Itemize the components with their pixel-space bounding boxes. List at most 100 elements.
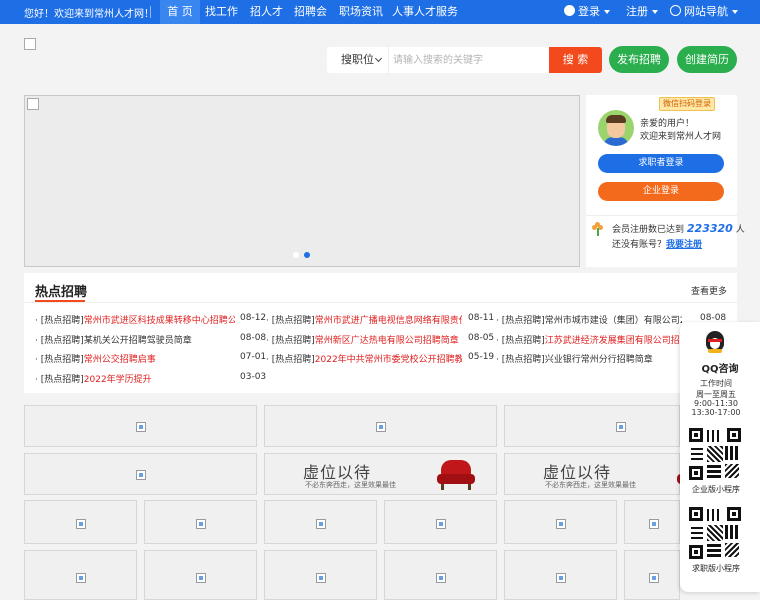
qq-penguin-icon[interactable] — [706, 331, 724, 353]
seeker-miniprogram-label: 求职版小程序 — [692, 564, 740, 573]
ad-slot[interactable] — [624, 500, 680, 544]
ad-image — [376, 422, 386, 432]
hot-job-title[interactable]: 2022年学历提升 — [84, 375, 152, 385]
vacant-subtitle: 不必东奔西走，这里效果最佳 — [545, 481, 636, 489]
ad-slot[interactable] — [384, 550, 497, 600]
banner-carousel[interactable] — [24, 95, 580, 267]
ad-image — [136, 470, 146, 480]
hot-job-item[interactable]: · [热点招聘]常州市武进区科技成果转移中心招聘公告 — [35, 313, 235, 326]
login-link[interactable]: 登录 — [564, 0, 610, 24]
create-resume-button[interactable]: 创建简历 — [677, 46, 737, 73]
hot-job-item[interactable]: · [热点招聘]兴业银行常州分行招聘简章 — [496, 352, 682, 365]
divider — [150, 6, 151, 18]
ad-slot[interactable] — [384, 500, 497, 544]
search-category-select[interactable]: 搜职位 — [327, 47, 389, 73]
hot-job-title[interactable]: 某机关公开招聘驾驶员简章 — [84, 336, 192, 346]
hot-job-item[interactable]: · [热点招聘]常州新区广达热电有限公司招聘简章 — [266, 333, 462, 346]
welcome-text: 您好！欢迎来到常州人才网！ — [24, 9, 154, 20]
seeker-miniprogram-qrcode — [689, 507, 741, 559]
title-underline — [35, 300, 85, 302]
ad-image — [556, 573, 566, 583]
hot-job-title[interactable]: 常州市武进区科技成果转移中心招聘公告 — [84, 316, 235, 326]
ad-slot[interactable] — [24, 550, 137, 600]
caret-down-icon — [652, 10, 658, 14]
members-count: 223320 — [686, 222, 733, 235]
ad-slot[interactable] — [504, 550, 617, 600]
site-nav-label: 网站导航 — [684, 5, 728, 18]
ad-image — [436, 573, 446, 583]
members-line: 会员注册数已达到 223320 人 — [612, 222, 745, 235]
ad-image — [76, 519, 86, 529]
user-icon — [564, 5, 575, 16]
ad-slot[interactable] — [624, 550, 680, 600]
register-now-link[interactable]: 我要注册 — [666, 240, 702, 250]
search-input[interactable] — [393, 51, 543, 69]
hot-job-tag: [热点招聘] — [271, 316, 315, 326]
caret-down-icon — [604, 10, 610, 14]
ad-image — [136, 422, 146, 432]
carousel-dot[interactable] — [293, 252, 299, 258]
post-job-button[interactable]: 发布招聘 — [609, 46, 669, 73]
hot-job-tag: [热点招聘] — [40, 355, 84, 365]
seeker-login-button[interactable]: 求职者登录 — [598, 154, 724, 173]
greeting: 亲爱的用户！ 欢迎来到常州人才网 — [640, 118, 721, 144]
hot-job-title[interactable]: 常州市城市建设（集团）有限公司2022... — [545, 316, 682, 326]
hot-job-item[interactable]: · [热点招聘]某机关公开招聘驾驶员简章 — [35, 333, 235, 346]
ad-slot[interactable] — [24, 405, 257, 447]
hot-job-item[interactable]: · [热点招聘]常州公交招聘启事 — [35, 352, 235, 365]
ad-slot[interactable] — [24, 500, 137, 544]
ad-image — [649, 573, 659, 583]
nav-find-job[interactable]: 找工作 — [205, 0, 238, 24]
ad-image — [436, 519, 446, 529]
hot-job-item[interactable]: · [热点招聘]2022年中共常州市委党校公开招聘教师... — [266, 352, 462, 365]
hot-job-title[interactable]: 兴业银行常州分行招聘简章 — [545, 355, 653, 365]
globe-icon — [670, 5, 681, 16]
hot-job-item[interactable]: · [热点招聘]2022年学历提升 — [35, 372, 235, 385]
carousel-dot-active[interactable] — [304, 252, 310, 258]
hot-job-tag: [热点招聘] — [40, 316, 84, 326]
nav-recruit[interactable]: 招人才 — [250, 0, 283, 24]
hot-job-date: 08-05 — [468, 333, 495, 343]
hot-job-date: 03-03 — [240, 372, 267, 382]
login-label: 登录 — [578, 5, 600, 18]
ad-image — [316, 573, 326, 583]
hot-job-tag: [热点招聘] — [501, 355, 545, 365]
ad-slot[interactable] — [504, 405, 680, 447]
nav-hr-service[interactable]: 人事人才服务 — [392, 0, 458, 24]
company-login-button[interactable]: 企业登录 — [598, 182, 724, 201]
nav-home[interactable]: 首 页 — [160, 0, 200, 24]
nav-career-news[interactable]: 职场资讯 — [339, 0, 383, 24]
ad-slot[interactable] — [504, 500, 617, 544]
ad-slot[interactable] — [264, 500, 377, 544]
view-more-link[interactable]: 查看更多 — [691, 284, 727, 297]
hot-job-item[interactable]: · [热点招聘]常州市城市建设（集团）有限公司2022... — [496, 313, 682, 326]
hot-job-item[interactable]: · [热点招聘]江苏武进经济发展集团有限公司招聘公告 — [496, 333, 682, 346]
vacant-ad-slot[interactable]: 虚位以待 不必东奔西走，这里效果最佳 — [264, 453, 497, 495]
ad-slot[interactable] — [264, 550, 377, 600]
company-miniprogram-qrcode — [689, 428, 741, 480]
hot-job-item[interactable]: · [热点招聘]常州市武进广播电视信息网络有限责任... — [266, 313, 462, 326]
ad-slot[interactable] — [264, 405, 497, 447]
site-nav-link[interactable]: 网站导航 — [670, 0, 738, 24]
search-button[interactable]: 搜 索 — [549, 47, 602, 73]
ad-slot[interactable] — [144, 500, 257, 544]
ad-slot[interactable] — [144, 550, 257, 600]
ad-slot[interactable] — [24, 453, 257, 495]
flower-icon — [592, 222, 604, 236]
hot-job-tag: [热点招聘] — [271, 355, 315, 365]
hot-job-title[interactable]: 常州市武进广播电视信息网络有限责任... — [315, 316, 462, 326]
qq-consult-title[interactable]: QQ咨询 — [680, 360, 760, 375]
hot-job-date: 08-08 — [240, 333, 267, 343]
wechat-qr-login-tag[interactable]: 微信扫码登录 — [659, 97, 715, 111]
vacant-ad-slot[interactable]: 虚位以待 不必东奔西走，这里效果最佳 — [504, 453, 715, 495]
hot-job-title[interactable]: 江苏武进经济发展集团有限公司招聘公告 — [545, 336, 682, 346]
hot-job-title[interactable]: 常州新区广达热电有限公司招聘简章 — [315, 336, 459, 346]
hot-job-title[interactable]: 2022年中共常州市委党校公开招聘教师... — [315, 355, 462, 365]
nav-job-fair[interactable]: 招聘会 — [294, 0, 327, 24]
work-hours-pm: 13:30-17:00 — [691, 408, 741, 417]
hot-job-tag: [热点招聘] — [40, 375, 84, 385]
register-link[interactable]: 注册 — [626, 0, 658, 24]
hot-job-title[interactable]: 常州公交招聘启事 — [84, 355, 156, 365]
site-logo[interactable] — [24, 38, 36, 50]
ad-image — [316, 519, 326, 529]
